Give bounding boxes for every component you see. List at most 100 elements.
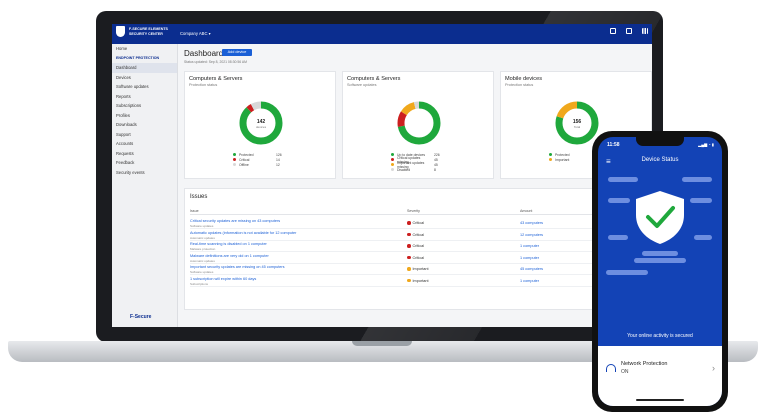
sidebar-item[interactable]: Devices <box>112 73 177 83</box>
sidebar-item[interactable]: Dashboard <box>112 63 177 73</box>
home-indicator <box>636 399 684 401</box>
card-subtitle: Software updates <box>347 83 377 87</box>
donut-chart <box>397 101 441 145</box>
legend-dot <box>391 163 394 166</box>
user-icon[interactable] <box>626 28 632 34</box>
phone-status-icons: ▂▄▆ ◔ ▮ <box>698 142 714 147</box>
issues-title: Issues <box>190 194 208 200</box>
legend-dot <box>549 158 552 161</box>
company-selector[interactable]: Company ABC ▾ <box>180 31 211 36</box>
chevron-right-icon: › <box>712 363 715 373</box>
table-row[interactable]: Real-time scanning is disabled on 1 comp… <box>190 241 640 252</box>
donut-chart: 142devices <box>239 101 283 145</box>
sidebar-item[interactable]: Profiles <box>112 111 177 121</box>
col-issue: Issue <box>190 209 199 213</box>
network-title: Network Protection <box>621 361 668 367</box>
sidebar-list: Home ENDPOINT PROTECTION Dashboard Devices S… <box>112 44 177 177</box>
issue-link[interactable]: Important security updates are missing o… <box>190 265 285 269</box>
notifications-icon[interactable] <box>610 28 616 34</box>
severity-label: Critical <box>412 244 425 248</box>
legend-label: Important <box>555 157 570 162</box>
laptop-notch <box>352 341 412 346</box>
issue-link[interactable]: 1 subscription will expire within 60 day… <box>190 277 256 281</box>
amount-link[interactable]: 12 computers <box>520 233 543 237</box>
severity-cell: Important <box>407 279 429 283</box>
legend-value: 226 <box>434 152 440 157</box>
chart-legend: Protected95Important15 <box>549 152 596 162</box>
severity-dot <box>407 267 411 271</box>
amount-link[interactable]: 43 computers <box>520 221 543 225</box>
main-content: Dashboard Add device Status updated: Sep… <box>182 44 652 327</box>
table-row[interactable]: Important security updates are missing o… <box>190 264 640 275</box>
phone-notch <box>636 137 684 146</box>
severity-label: Important <box>412 267 429 271</box>
placeholder-bar <box>682 177 712 182</box>
sidebar-item[interactable]: Downloads <box>112 120 177 130</box>
severity-cell: Critical <box>407 244 424 248</box>
phone-title: Device Status <box>641 157 679 163</box>
chart-legend: Protected 126 Critical 14 Offline 12 <box>233 152 282 167</box>
col-severity: Severity <box>407 209 420 213</box>
shield-logo-icon <box>116 26 125 37</box>
legend-label: Offline <box>239 162 249 167</box>
table-row[interactable]: Malware definitions are very old on 1 co… <box>190 253 640 264</box>
sidebar-item[interactable]: Feedback <box>112 158 177 168</box>
severity-dot <box>407 232 411 237</box>
network-protection-row[interactable]: Network Protection ON › <box>598 346 722 406</box>
severity-dot <box>407 255 411 260</box>
page-title: Dashboard <box>184 49 224 58</box>
sidebar-item[interactable]: Accounts <box>112 139 177 149</box>
issue-link[interactable]: Real-time scanning is disabled on 1 comp… <box>190 242 267 246</box>
issue-category: Malware protection <box>190 247 216 251</box>
toolbar-icons <box>610 28 648 34</box>
severity-label: Critical <box>412 255 425 260</box>
card-title: Computers & Servers <box>189 76 243 82</box>
table-row[interactable]: Automatic updates (information is not av… <box>190 230 640 241</box>
sidebar-item[interactable]: Support <box>112 130 177 140</box>
app-logo[interactable]: F-SECURE ELEMENTS SECURITY CENTER <box>116 26 181 37</box>
severity-dot <box>407 244 411 248</box>
issue-category: Automatic updates <box>190 258 215 263</box>
issue-link[interactable]: Malware definitions are very old on 1 co… <box>190 254 269 258</box>
sidebar-item[interactable]: Security events <box>112 168 177 178</box>
issue-link[interactable]: Critical security updates are missing on… <box>190 219 280 223</box>
secured-text: Your online activity is secured <box>627 333 693 339</box>
placeholder-bar <box>634 258 686 263</box>
issue-link[interactable]: Automatic updates (information is not av… <box>190 231 296 235</box>
amount-link[interactable]: 45 computers <box>520 267 543 271</box>
sidebar: Home ENDPOINT PROTECTION Dashboard Devices S… <box>112 44 178 327</box>
severity-cell: Critical <box>407 221 424 225</box>
sidebar-item[interactable]: Subscriptions <box>112 101 177 111</box>
amount-link[interactable]: 1 computer <box>520 256 539 260</box>
scene: F-SECURE ELEMENTS SECURITY CENTER Compan… <box>0 0 768 420</box>
sidebar-item[interactable]: Reports <box>112 92 177 102</box>
legend-dot <box>549 153 552 156</box>
legend-dot <box>391 158 394 161</box>
severity-label: Important <box>412 278 429 283</box>
severity-cell: Critical <box>407 256 424 260</box>
add-device-button[interactable]: Add device <box>222 49 252 56</box>
placeholder-bar <box>642 251 678 256</box>
table-row[interactable]: 1 subscription will expire within 60 day… <box>190 276 640 287</box>
legend-value: 126 <box>276 152 282 157</box>
apps-grid-icon[interactable] <box>642 28 648 34</box>
legend-label: Critical <box>239 157 250 162</box>
issue-category: Subscriptions <box>190 281 209 286</box>
amount-link[interactable]: 1 computer <box>520 279 539 283</box>
severity-cell: Critical <box>407 233 424 237</box>
legend-label: Protected <box>239 152 254 157</box>
top-bar: F-SECURE ELEMENTS SECURITY CENTER Compan… <box>112 24 652 44</box>
legend-dot <box>391 153 394 156</box>
sidebar-item[interactable]: Home <box>112 44 177 54</box>
card-subtitle: Protection status <box>505 83 534 87</box>
issue-category: Automatic updates <box>190 235 215 240</box>
table-row[interactable]: Critical security updates are missing on… <box>190 218 640 229</box>
sidebar-item[interactable]: Software updates <box>112 82 177 92</box>
issues-panel: Issues Issue Severity Amount Critical se… <box>184 188 646 310</box>
legend-label: Disabled <box>397 167 411 172</box>
legend-row: Disabled 8 <box>391 167 440 172</box>
amount-link[interactable]: 1 computer <box>520 244 539 248</box>
legend-label: Protected <box>555 152 570 157</box>
status-card: Computers & Servers Protection status 142 d… <box>184 71 336 179</box>
sidebar-item[interactable]: Requests <box>112 149 177 159</box>
